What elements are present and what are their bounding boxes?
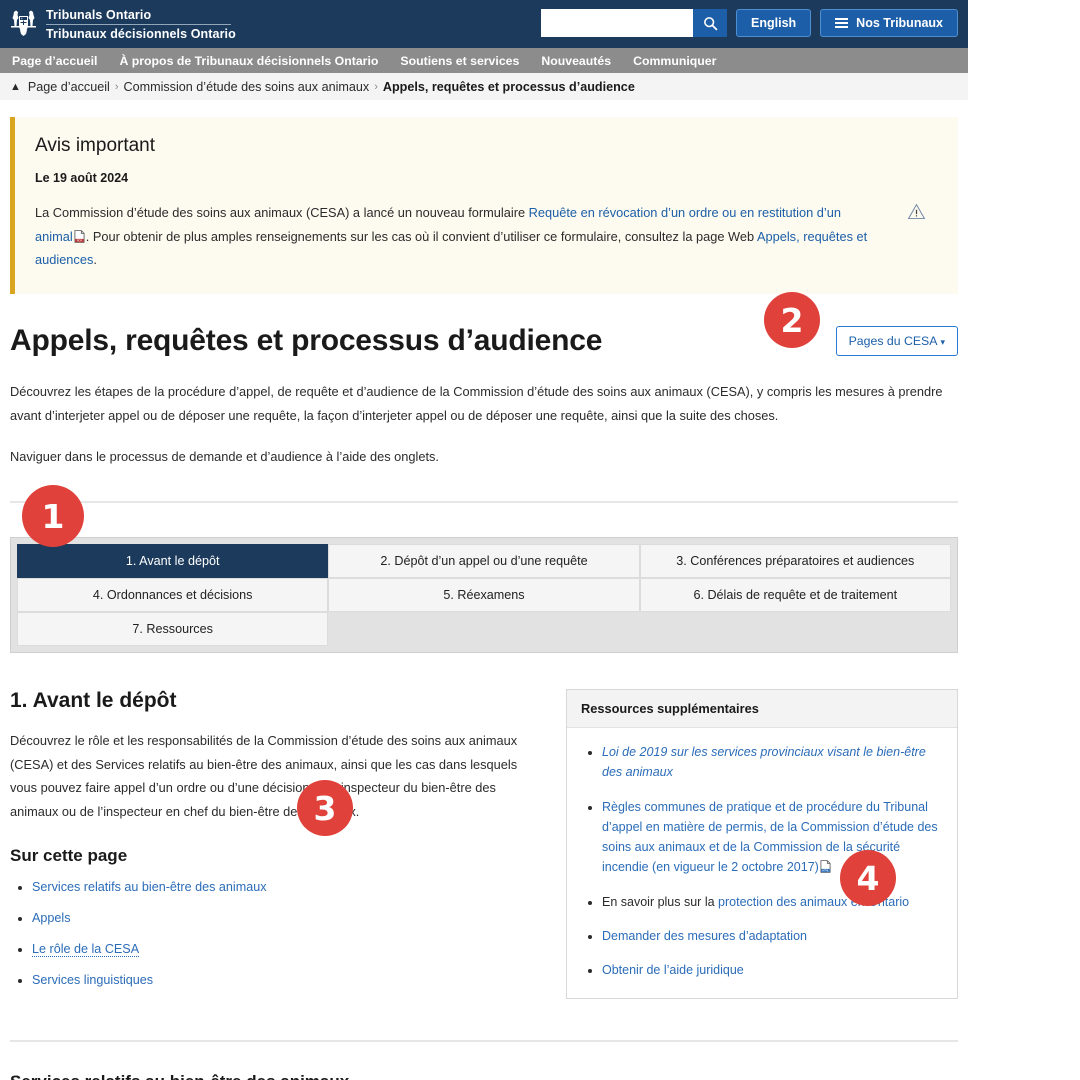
- tab-filler: [328, 612, 639, 646]
- onpage-link-role-cesa[interactable]: Le rôle de la CESA: [32, 941, 140, 957]
- site-brand[interactable]: Tribunals Ontario Tribunaux décisionnels…: [10, 7, 236, 42]
- main-navigation: Page d’accueil À propos de Tribunaux déc…: [0, 48, 968, 73]
- chevron-down-icon: ▾: [940, 337, 945, 348]
- html-file-icon: HTML: [820, 860, 831, 874]
- tab-1-avant-le-depot[interactable]: 1. Avant le dépôt: [17, 544, 329, 579]
- resource-link-mesures-adaptation[interactable]: Demander des mesures d’adaptation: [602, 929, 807, 943]
- notice-text-1: La Commission d’étude des soins aux anim…: [35, 205, 529, 220]
- on-this-page-heading: Sur cette page: [10, 845, 128, 865]
- on-this-page-list: Services relatifs au bien-être des anima…: [10, 880, 540, 987]
- list-item: Appels: [32, 911, 540, 925]
- hamburger-icon: [835, 18, 849, 28]
- callout-badge-2: 2: [764, 292, 820, 348]
- onpage-link-services-linguistiques[interactable]: Services linguistiques: [32, 973, 153, 987]
- list-item: Loi de 2019 sur les services provinciaux…: [602, 742, 943, 783]
- svg-text:HTML: HTML: [822, 869, 829, 873]
- search-button[interactable]: [693, 9, 728, 37]
- resource-text-prefix: En savoir plus sur la: [602, 894, 719, 909]
- nav-item-nouveautes[interactable]: Nouveautés: [541, 54, 611, 68]
- breadcrumb-item-accueil[interactable]: Page d’accueil: [28, 80, 110, 94]
- breadcrumb-item-cesa[interactable]: Commission d’étude des soins aux animaux: [123, 80, 369, 94]
- nav-item-apropos[interactable]: À propos de Tribunaux décisionnels Ontar…: [119, 54, 378, 68]
- notice-title: Avis important: [35, 135, 156, 156]
- notice-date: Le 19 août 2024: [35, 171, 129, 185]
- notice-text-2: . Pour obtenir de plus amples renseignem…: [85, 228, 757, 244]
- bottom-section-title: Services relatifs au bien-être des anima…: [10, 1072, 958, 1080]
- list-item: Le rôle de la CESA: [32, 941, 540, 957]
- list-item: Services relatifs au bien-être des anima…: [32, 880, 540, 894]
- search-box[interactable]: [541, 9, 728, 37]
- cesa-pages-dropdown-button[interactable]: Pages du CESA ▾: [835, 326, 958, 357]
- breadcrumb-separator: ›: [374, 80, 378, 93]
- breadcrumb-current: Appels, requêtes et processus d’audience: [382, 79, 635, 94]
- callout-badge-1: 1: [22, 485, 84, 547]
- section-paragraph: Découvrez le rôle et les responsabilités…: [10, 733, 518, 820]
- callout-badge-4: 4: [840, 850, 896, 906]
- cesa-pages-label: Pages du CESA: [848, 334, 938, 349]
- breadcrumb: ▲ Page d’accueil › Commission d’étude de…: [0, 73, 968, 100]
- brand-line-fr: Tribunaux décisionnels Ontario: [46, 26, 236, 41]
- nav-item-soutiens[interactable]: Soutiens et services: [400, 54, 519, 68]
- tab-7-ressources[interactable]: 7. Ressources: [17, 612, 329, 647]
- additional-resources-card: Ressources supplémentaires Loi de 2019 s…: [566, 689, 958, 1000]
- important-notice: Avis important Le 19 août 2024 La Commis…: [10, 117, 958, 295]
- list-item: En savoir plus sur la protection des ani…: [602, 892, 943, 912]
- svg-text:PDF: PDF: [77, 238, 83, 242]
- tab-3-conferences[interactable]: 3. Conférences préparatoires et audience…: [639, 544, 951, 579]
- tab-filler: [640, 612, 951, 646]
- tab-4-ordonnances[interactable]: 4. Ordonnances et décisions: [17, 578, 329, 613]
- additional-resources-body: Loi de 2019 sur les services provinciaux…: [567, 728, 957, 998]
- page-intro-1: Découvrez les étapes de la procédure d’a…: [10, 384, 943, 423]
- nav-item-communiquer[interactable]: Communiquer: [633, 54, 716, 68]
- list-item: Obtenir de l’aide juridique: [602, 960, 943, 980]
- home-icon: ▲: [10, 80, 21, 93]
- page-intro-2: Naviguer dans le processus de demande et…: [10, 449, 439, 465]
- page-title: Appels, requêtes et processus d’audience: [10, 324, 603, 358]
- tab-5-reexamens[interactable]: 5. Réexamens: [328, 578, 640, 613]
- onpage-link-appels[interactable]: Appels: [32, 911, 71, 925]
- brand-line-en: Tribunals Ontario: [46, 7, 231, 25]
- pdf-file-icon: PDF: [74, 229, 85, 243]
- callout-badge-3: 3: [297, 780, 353, 836]
- ontario-coat-of-arms-icon: [11, 10, 36, 36]
- resource-link-loi-2019[interactable]: Loi de 2019 sur les services provinciaux…: [602, 745, 926, 779]
- divider-top: [10, 501, 958, 504]
- nav-item-accueil[interactable]: Page d’accueil: [12, 54, 97, 68]
- our-tribunals-menu-button[interactable]: Nos Tribunaux: [820, 9, 958, 37]
- page-root: Tribunals Ontario Tribunaux décisionnels…: [0, 0, 968, 1080]
- animal-welfare-services-section: Services relatifs au bien-être des anima…: [10, 1072, 958, 1080]
- tab-6-delais[interactable]: 6. Délais de requête et de traitement: [639, 578, 951, 613]
- our-tribunals-label: Nos Tribunaux: [856, 16, 943, 30]
- search-icon: [703, 16, 717, 30]
- search-input[interactable]: [541, 9, 694, 37]
- site-header: Tribunals Ontario Tribunaux décisionnels…: [0, 0, 968, 48]
- notice-text-3: .: [93, 252, 97, 268]
- divider-bottom: [10, 1039, 958, 1042]
- content-sidebar-column: Ressources supplémentaires Loi de 2019 s…: [566, 689, 958, 1004]
- onpage-link-services-bien-etre[interactable]: Services relatifs au bien-être des anima…: [32, 880, 267, 894]
- additional-resources-title: Ressources supplémentaires: [567, 690, 957, 729]
- resource-link-aide-juridique[interactable]: Obtenir de l’aide juridique: [602, 963, 744, 977]
- section-title: 1. Avant le dépôt: [10, 689, 177, 713]
- warning-triangle-icon: [907, 203, 926, 220]
- notice-body: La Commission d’étude des soins aux anim…: [35, 201, 880, 272]
- list-item: Demander des mesures d’adaptation: [602, 926, 943, 946]
- breadcrumb-separator: ›: [114, 80, 119, 93]
- brand-text: Tribunals Ontario Tribunaux décisionnels…: [46, 7, 236, 42]
- process-tabs: 1. Avant le dépôt 2. Dépôt d’un appel ou…: [10, 537, 958, 654]
- list-item: Services linguistiques: [32, 973, 540, 987]
- content-primary-column: 1. Avant le dépôt Découvrez le rôle et l…: [10, 689, 540, 1004]
- header-actions: English Nos Tribunaux: [541, 9, 958, 37]
- tab-2-depot[interactable]: 2. Dépôt d’un appel ou d’une requête: [328, 544, 640, 579]
- main-content: 1. Avant le dépôt Découvrez le rôle et l…: [10, 689, 958, 1004]
- language-toggle-button[interactable]: English: [736, 9, 812, 37]
